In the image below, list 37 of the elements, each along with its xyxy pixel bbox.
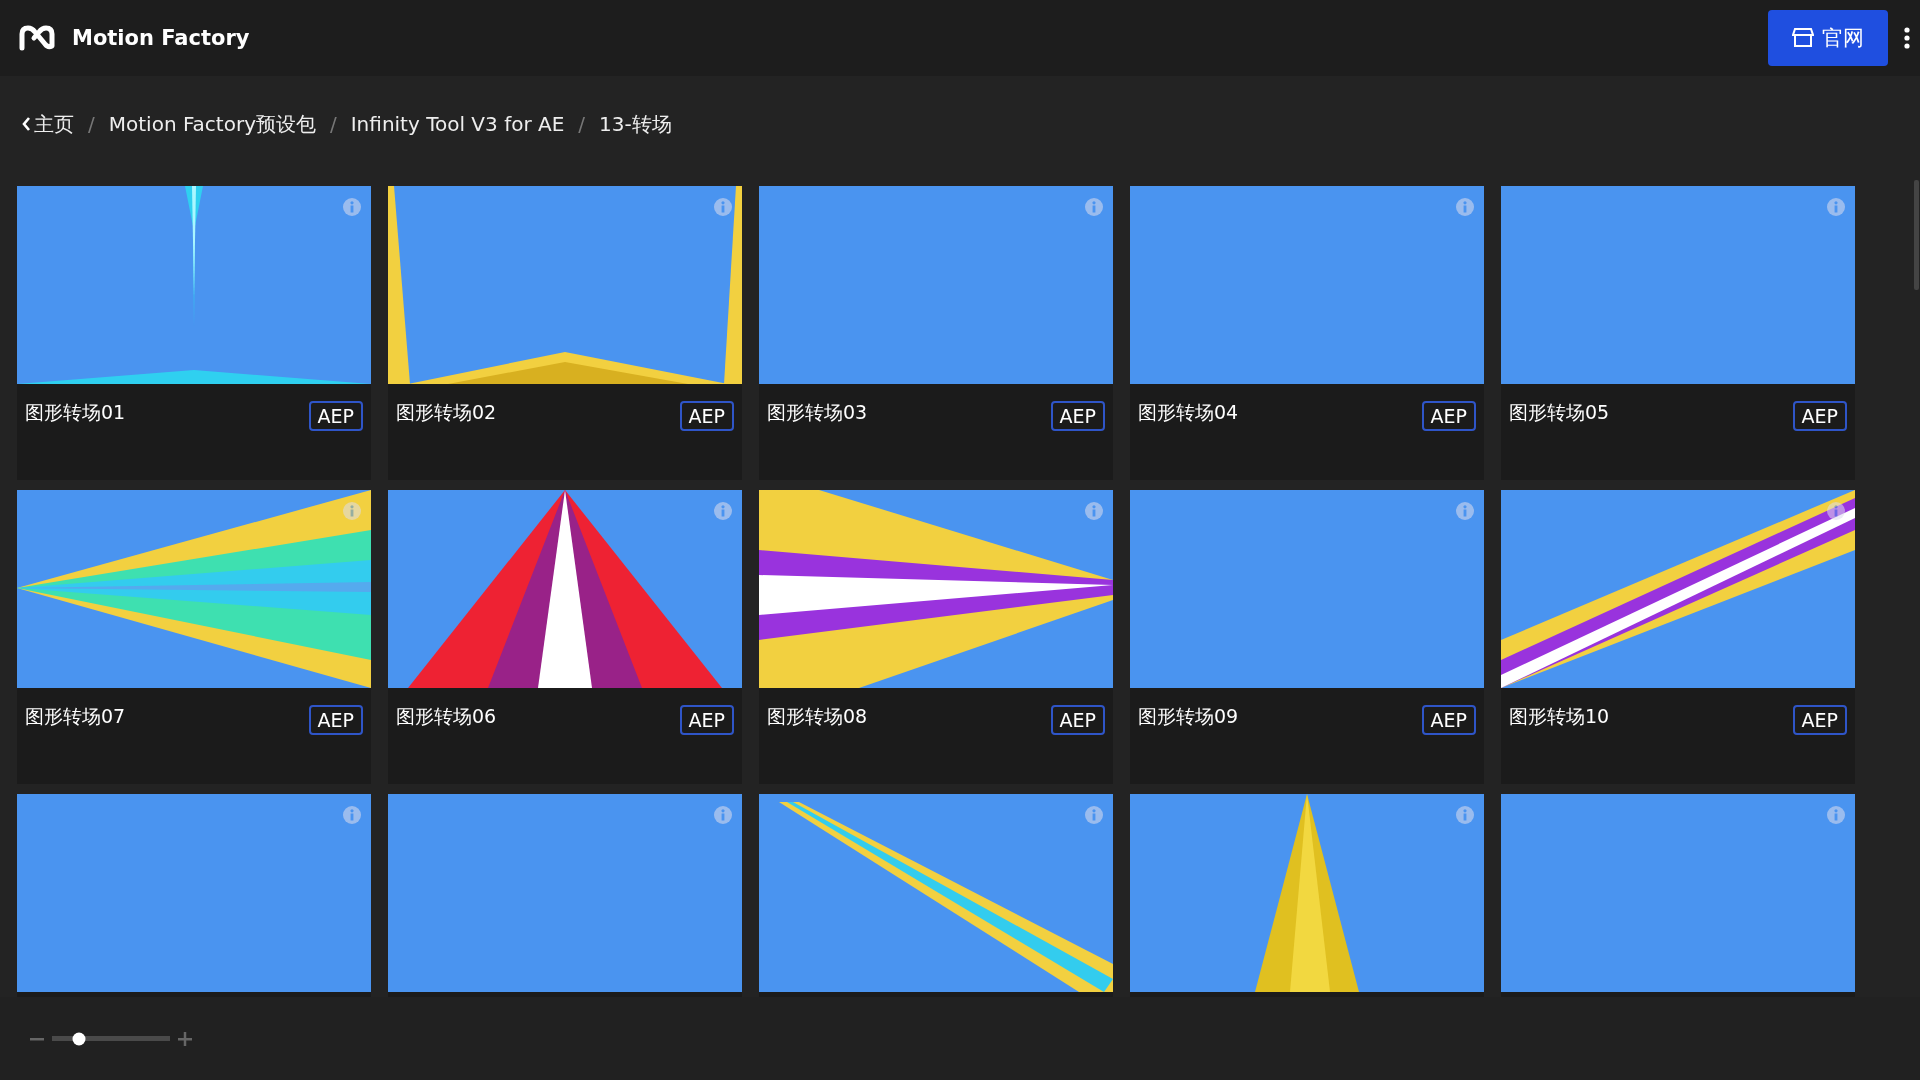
breadcrumb-separator: / <box>578 112 586 136</box>
format-badge: AEP <box>308 401 363 431</box>
format-badge: AEP <box>1050 705 1105 735</box>
breadcrumb-link[interactable]: Infinity Tool V3 for AE <box>350 112 565 136</box>
back-chevron-icon <box>22 117 31 131</box>
breadcrumb-link[interactable]: Motion Factory预设包 <box>108 110 316 138</box>
card-title: 图形转场03 <box>767 400 868 425</box>
card-title: 图形转场08 <box>767 704 868 729</box>
format-badge: AEP <box>679 705 734 735</box>
store-icon <box>1792 28 1814 48</box>
zoom-in-icon[interactable] <box>178 1031 192 1046</box>
logo-icon <box>18 24 56 52</box>
card-title: 图形转场10 <box>1509 704 1610 729</box>
card-title: 图形转场05 <box>1509 400 1610 425</box>
format-badge: AEP <box>308 705 363 735</box>
website-button[interactable]: 官网 <box>1768 10 1888 66</box>
info-icon[interactable] <box>1827 502 1845 520</box>
scrollbar-thumb[interactable] <box>1914 180 1919 290</box>
breadcrumb-separator: / <box>329 112 337 136</box>
format-badge: AEP <box>1792 705 1847 735</box>
slider-thumb[interactable] <box>72 1032 86 1045</box>
card-title: 图形转场09 <box>1138 704 1239 729</box>
breadcrumb-separator: / <box>88 112 95 136</box>
card-title: 图形转场04 <box>1138 400 1239 425</box>
format-badge: AEP <box>679 401 734 431</box>
card-title: 图形转场07 <box>25 704 126 729</box>
format-badge: AEP <box>1421 401 1476 431</box>
format-badge: AEP <box>1050 401 1105 431</box>
card-title: 图形转场06 <box>396 704 497 729</box>
more-menu-icon[interactable] <box>1904 26 1910 50</box>
breadcrumb-link[interactable]: 13-转场 <box>599 110 672 138</box>
breadcrumb-link[interactable]: 主页 <box>22 110 74 138</box>
app-title: Motion Factory <box>72 26 251 50</box>
card-title: 图形转场01 <box>25 400 126 425</box>
format-badge: AEP <box>1792 401 1847 431</box>
format-badge: AEP <box>1421 705 1476 735</box>
card-title: 图形转场02 <box>396 400 497 425</box>
